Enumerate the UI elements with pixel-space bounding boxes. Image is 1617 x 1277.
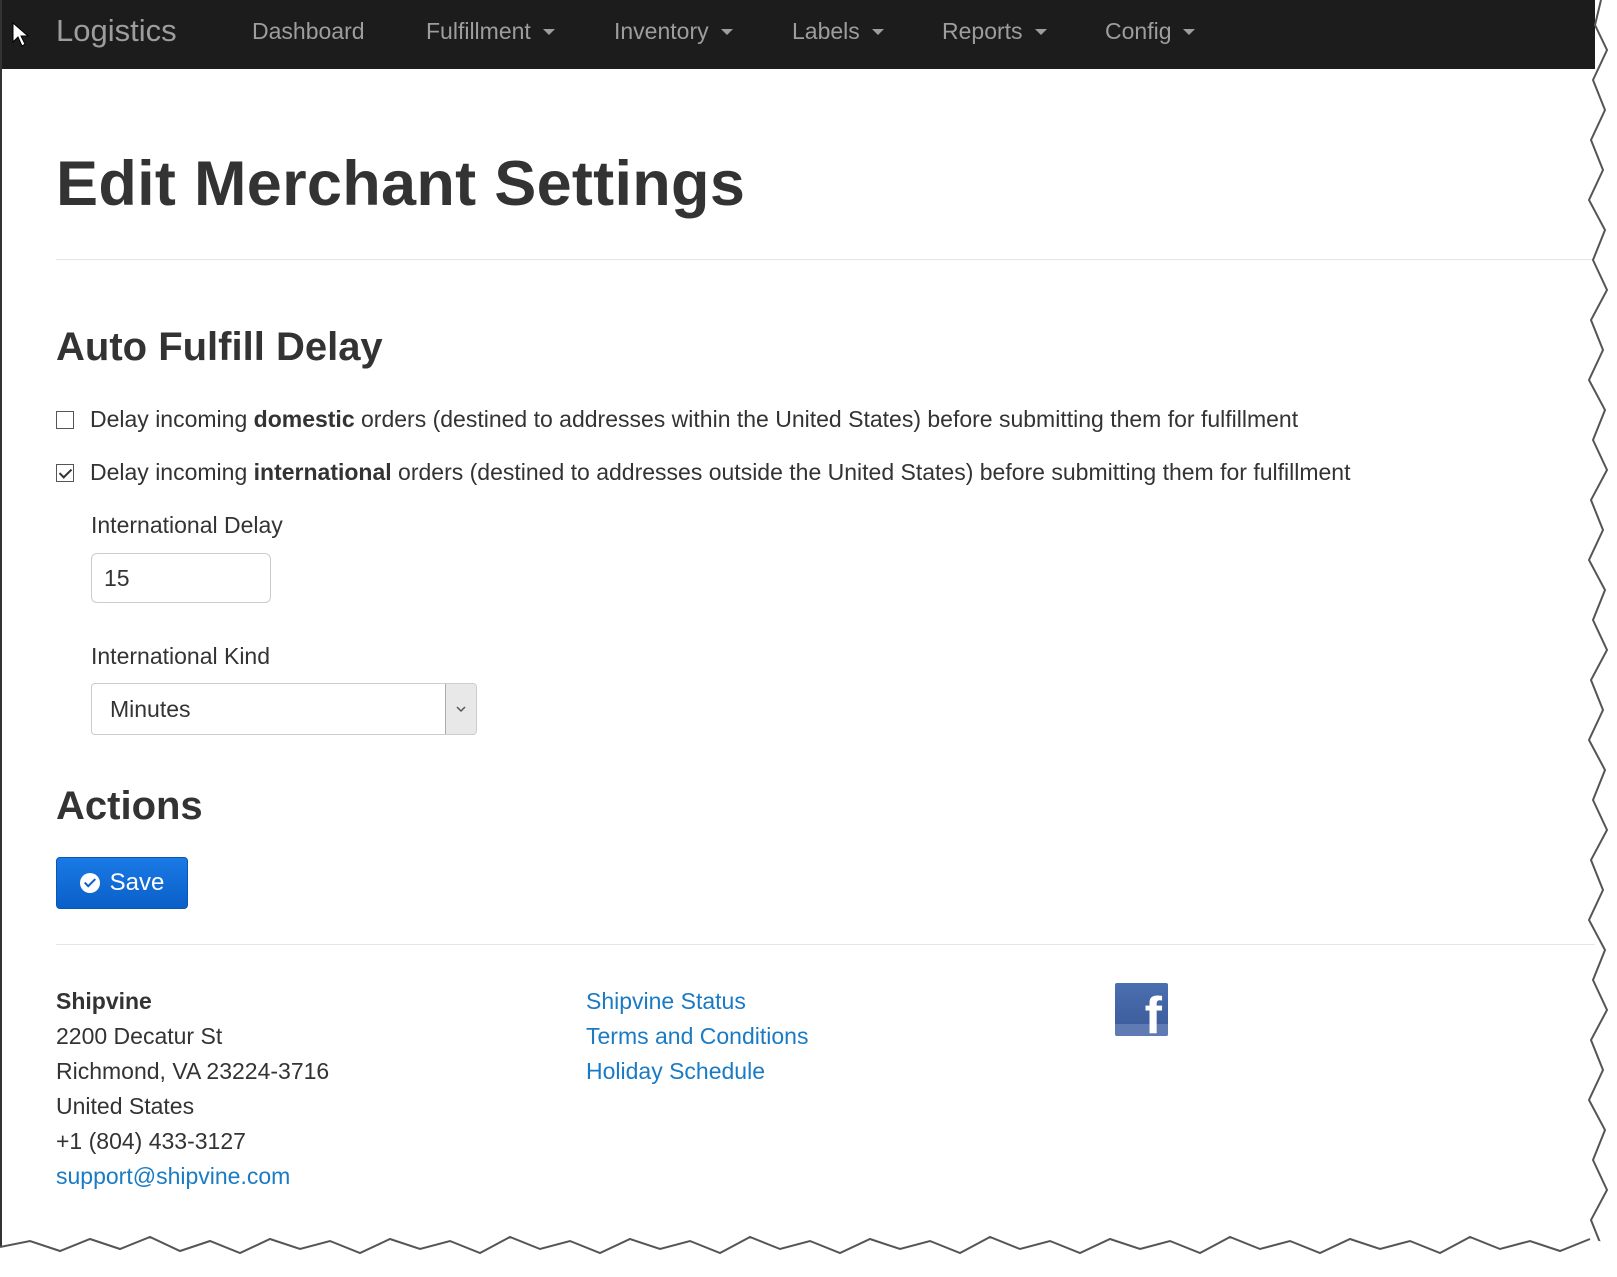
footer-address: Shipvine 2200 Decatur St Richmond, VA 23… (56, 984, 329, 1194)
facebook-icon[interactable]: f (1115, 983, 1168, 1036)
footer-links: Shipvine Status Terms and Conditions Hol… (586, 984, 808, 1089)
international-kind-label-text: International Kind (91, 643, 271, 669)
nav-fulfillment-label: Fulfillment (426, 18, 531, 44)
domestic-delay-option[interactable]: Delay incoming domestic orders (destined… (56, 406, 1298, 433)
chevron-down-icon[interactable] (445, 684, 476, 734)
caret-down-icon (1183, 28, 1196, 35)
nav-config-label: Config (1105, 18, 1172, 44)
nav-reports-label: Reports (942, 18, 1023, 44)
save-button-label: Save (109, 869, 165, 896)
caret-down-icon (1034, 28, 1047, 35)
nav-labels[interactable]: Labels (792, 18, 884, 45)
international-label-suffix: orders (destined to addresses outside th… (391, 459, 1351, 485)
international-kind-select[interactable]: Minutes (91, 683, 477, 735)
terms-link[interactable]: Terms and Conditions (586, 1019, 808, 1054)
international-delay-value: 15 (104, 564, 130, 591)
nav-fulfillment[interactable]: Fulfillment (426, 18, 555, 45)
torn-edge-right (1577, 0, 1617, 1277)
international-delay-checkbox[interactable] (56, 463, 74, 482)
international-delay-label-text: International Delay (91, 512, 283, 538)
page-title: Edit Merchant Settings (56, 149, 746, 219)
international-label-prefix: Delay incoming (90, 459, 254, 485)
international-delay-label: Delay incoming international orders (des… (90, 459, 1350, 486)
footer-divider (56, 944, 1595, 945)
holiday-schedule-link[interactable]: Holiday Schedule (586, 1054, 808, 1089)
domestic-delay-checkbox[interactable] (56, 410, 74, 429)
footer-email-link[interactable]: support@shipvine.com (56, 1159, 329, 1194)
torn-edge-bottom (0, 1235, 1617, 1277)
international-label-bold: international (253, 459, 392, 485)
nav-labels-label: Labels (792, 18, 860, 44)
international-delay-option[interactable]: Delay incoming international orders (des… (56, 459, 1350, 486)
shipvine-status-link[interactable]: Shipvine Status (586, 984, 808, 1019)
nav-reports[interactable]: Reports (942, 18, 1047, 45)
mouse-cursor-icon (12, 22, 30, 47)
auto-fulfill-heading: Auto Fulfill Delay (56, 325, 383, 369)
domestic-label-prefix: Delay incoming (90, 406, 254, 432)
brand-logo[interactable]: Logistics (56, 13, 177, 49)
international-kind-value: Minutes (110, 695, 191, 722)
nav-config[interactable]: Config (1105, 18, 1196, 45)
footer-phone: +1 (804) 433-3127 (56, 1128, 246, 1154)
nav-inventory-label: Inventory (614, 18, 709, 44)
domestic-label-suffix: orders (destined to addresses within the… (354, 406, 1299, 432)
facebook-f-glyph: f (1144, 987, 1162, 1036)
domestic-label-bold: domestic (253, 406, 355, 432)
domestic-delay-label: Delay incoming domestic orders (destined… (90, 406, 1298, 433)
caret-down-icon (871, 28, 884, 35)
footer-country: United States (56, 1093, 195, 1119)
title-divider (56, 259, 1595, 260)
international-delay-input[interactable]: 15 (91, 553, 271, 603)
caret-down-icon (720, 28, 733, 35)
top-navbar: Logistics Dashboard Fulfillment Inventor… (2, 0, 1595, 69)
nav-inventory[interactable]: Inventory (614, 18, 733, 45)
check-circle-icon (79, 873, 100, 893)
footer-address-line1: 2200 Decatur St (56, 1023, 223, 1049)
footer-company: Shipvine (56, 988, 152, 1014)
nav-dashboard-label: Dashboard (252, 18, 365, 44)
caret-down-icon (542, 28, 555, 35)
app-window: Logistics Dashboard Fulfillment Inventor… (0, 0, 1595, 1262)
footer-address-line2: Richmond, VA 23224-3716 (56, 1058, 330, 1084)
save-button[interactable]: Save (56, 857, 188, 909)
actions-heading: Actions (56, 784, 203, 828)
nav-dashboard[interactable]: Dashboard (252, 18, 365, 45)
